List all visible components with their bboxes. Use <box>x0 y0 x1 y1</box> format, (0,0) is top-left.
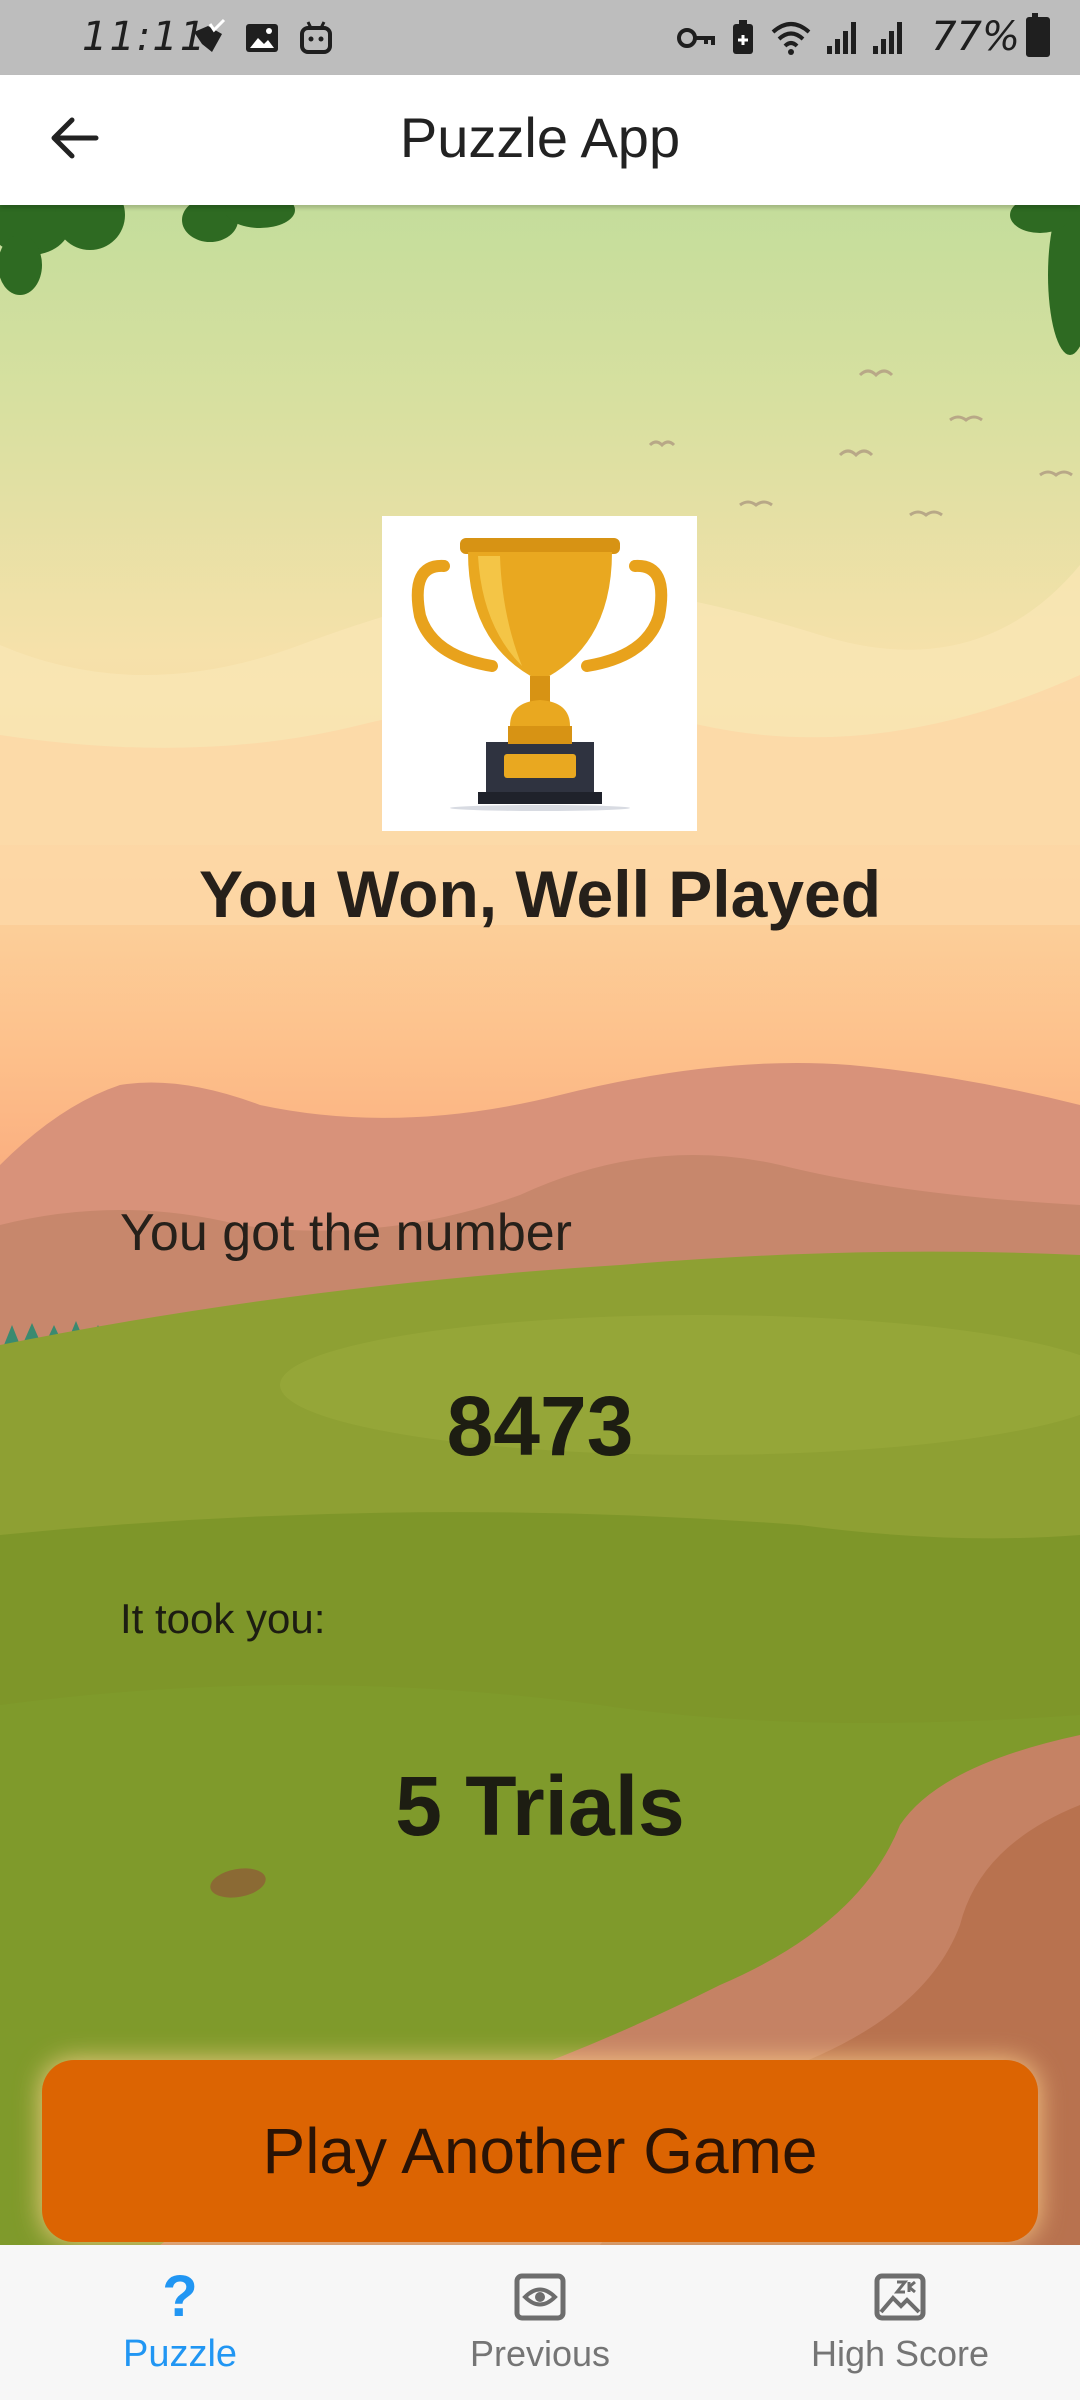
vpn-key-icon <box>675 18 717 62</box>
trophy-image <box>382 516 697 831</box>
number-label: You got the number <box>120 1204 572 1262</box>
nav-item-puzzle[interactable]: ? Puzzle <box>0 2245 360 2400</box>
question-mark-icon: ? <box>162 2264 198 2329</box>
status-left-icons <box>188 18 336 62</box>
wifi-icon <box>769 18 813 62</box>
battery-percent: 77% <box>931 14 1020 60</box>
gallery-icon <box>242 18 282 62</box>
battery-icon <box>1026 13 1050 57</box>
win-title: You Won, Well Played <box>198 857 882 931</box>
nav-item-high-score[interactable]: High Score <box>720 2245 1080 2400</box>
signal-icon <box>825 18 859 62</box>
image-icon <box>873 2269 927 2325</box>
bot-icon <box>296 18 336 62</box>
battery-indicator: 77% <box>931 13 1050 60</box>
nav-label-puzzle: Puzzle <box>122 2333 238 2375</box>
screen: 11:11 77% Puzzle App You Won, Well Playe… <box>0 0 1080 2400</box>
battery-saver-icon <box>729 18 757 62</box>
trials-value: 5 Trials <box>395 1759 685 1853</box>
app-bar: Puzzle App <box>0 75 1080 205</box>
trophy-icon <box>411 538 668 811</box>
status-right-icons <box>675 18 905 62</box>
bottom-nav: ? Puzzle Previous High Score <box>0 2245 1080 2400</box>
eye-icon <box>513 2269 567 2325</box>
play-another-game-button[interactable]: Play Another Game <box>42 2060 1038 2242</box>
notification-check-icon <box>188 18 228 62</box>
number-value: 8473 <box>446 1379 634 1473</box>
nav-label-high-score: High Score <box>810 2333 990 2374</box>
trials-label: It took you: <box>120 1595 326 1642</box>
nav-item-previous[interactable]: Previous <box>360 2245 720 2400</box>
status-bar: 11:11 77% <box>0 0 1080 75</box>
nav-label-previous: Previous <box>469 2333 611 2374</box>
signal-icon <box>871 18 905 62</box>
page-title: Puzzle App <box>399 106 681 169</box>
